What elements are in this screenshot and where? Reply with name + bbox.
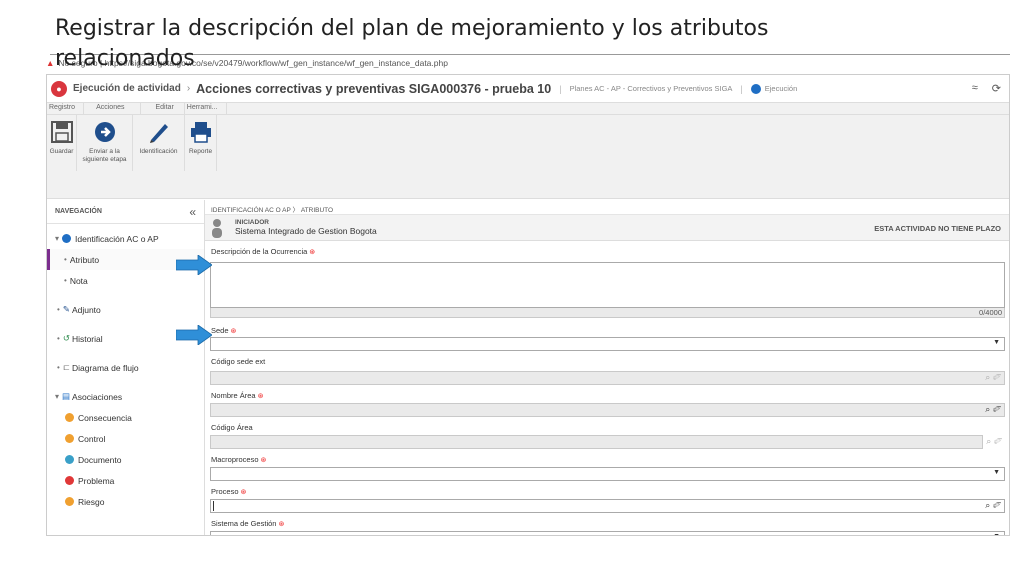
refresh-icon[interactable]: ⟳ xyxy=(992,82,1001,95)
ribbon-tabs: Registro Acciones Editar Herrami... xyxy=(47,103,1009,115)
sidebar-item-control[interactable]: Control xyxy=(47,428,204,449)
ribbon-tab-acciones[interactable]: Acciones xyxy=(84,103,142,114)
ribbon-tab-herramientas[interactable]: Herrami... xyxy=(185,103,227,114)
annotation-arrow-icon xyxy=(176,325,212,345)
app-window: ● Ejecución de actividad › Acciones corr… xyxy=(46,74,1010,536)
warning-icon: ▲ xyxy=(46,58,55,68)
dropdown-caret-icon: ▼ xyxy=(993,533,1000,535)
description-textarea[interactable] xyxy=(210,262,1005,308)
document-title: Acciones correctivas y preventivas SIGA0… xyxy=(196,81,552,96)
nombre-area-field[interactable]: ⌕ ✐ xyxy=(210,403,1005,417)
chevron-right-icon: › xyxy=(186,83,191,94)
sidebar-item-diagrama[interactable]: • ⊏ Diagrama de flujo xyxy=(47,357,204,378)
navigation-panel: NAVEGACIÓN « ▾ Identificación AC o AP • … xyxy=(47,200,205,535)
flow-diagram-icon: ⊏ xyxy=(62,362,70,372)
annotation-arrow-icon xyxy=(176,255,212,275)
sidebar-item-identificacion[interactable]: ▾ Identificación AC o AP xyxy=(47,228,204,249)
form-breadcrumb: IDENTIFICACIÓN AC O AP 〉 ATRIBUTO xyxy=(205,200,1009,215)
dropdown-caret-icon: ▼ xyxy=(993,469,1000,476)
initiator-bar: INICIADOR Sistema Integrado de Gestion B… xyxy=(205,215,1009,241)
slide-title: Registrar la descripción del plan de mej… xyxy=(55,16,769,71)
macroproceso-select[interactable]: ▼ xyxy=(210,467,1005,481)
required-icon: ⊛ xyxy=(257,393,264,400)
required-icon: ⊛ xyxy=(278,521,285,528)
identification-button[interactable]: Identificación xyxy=(133,115,185,171)
problem-icon xyxy=(65,476,74,485)
floppy-disk-icon xyxy=(50,119,73,145)
required-icon: ⊛ xyxy=(240,489,247,496)
risk-icon xyxy=(65,497,74,506)
sidebar-item-consecuencia[interactable]: Consecuencia xyxy=(47,407,204,428)
collapse-icon[interactable]: ≈ xyxy=(972,82,978,95)
ribbon-tab-registro[interactable]: Registro xyxy=(47,103,85,114)
save-button[interactable]: Guardar xyxy=(47,115,77,171)
form-panel: IDENTIFICACIÓN AC O AP 〉 ATRIBUTO INICIA… xyxy=(205,200,1009,535)
macroproceso-label: Macroproceso ⊛ xyxy=(211,455,267,464)
deadline-status: ESTA ACTIVIDAD NO TIENE PLAZO xyxy=(874,224,1001,233)
play-circle-icon xyxy=(62,234,72,243)
proceso-field[interactable]: ⌕ ✐ xyxy=(210,499,1005,513)
required-icon: ⊛ xyxy=(260,457,267,464)
dropdown-caret-icon: ▼ xyxy=(993,339,1000,346)
codigo-area-label: Código Área xyxy=(211,423,253,432)
execution-status: Ejecución xyxy=(764,84,798,93)
sidebar-item-riesgo[interactable]: Riesgo xyxy=(47,491,204,512)
text-cursor xyxy=(213,501,214,511)
codigo-sede-label: Código sede ext xyxy=(211,357,266,366)
paperclip-icon: ✎ xyxy=(62,304,70,314)
search-clear-icons: ⌕ ✐ xyxy=(986,436,1002,446)
app-name: Ejecución de actividad xyxy=(73,83,181,94)
nombre-area-label: Nombre Área ⊛ xyxy=(211,391,264,400)
printer-icon xyxy=(190,119,212,145)
sidebar-item-asociaciones[interactable]: ▾ ▤ Asociaciones xyxy=(47,386,204,407)
sidebar-item-documento[interactable]: Documento xyxy=(47,449,204,470)
process-breadcrumb[interactable]: Planes AC - AP - Correctivos y Preventiv… xyxy=(570,84,733,93)
ribbon-tab-editar[interactable]: Editar xyxy=(141,103,185,114)
associations-icon: ▤ xyxy=(62,391,71,401)
divider: | xyxy=(740,83,743,94)
sede-label: Sede ⊛ xyxy=(211,326,237,335)
history-icon: ↺ xyxy=(62,333,70,343)
expand-caret-icon: ▾ xyxy=(55,392,60,401)
ribbon-toolbar: Registro Acciones Editar Herrami... Guar… xyxy=(47,103,1009,199)
sidebar-item-adjunto[interactable]: • ✎ Adjunto xyxy=(47,299,204,320)
codigo-area-field: ⌕ ✐ xyxy=(210,435,1002,449)
proceso-label: Proceso ⊛ xyxy=(211,487,247,496)
sede-select[interactable]: ▼ xyxy=(210,337,1005,351)
execution-status-icon xyxy=(750,83,761,94)
search-clear-icons: ⌕ ✐ xyxy=(985,372,1001,382)
initiator-label: INICIADOR xyxy=(235,219,269,226)
send-next-stage-button[interactable]: Enviar a la siguiente etapa xyxy=(77,115,133,171)
avatar xyxy=(212,218,222,238)
sidebar-item-problema[interactable]: Problema xyxy=(47,470,204,491)
pencil-icon xyxy=(147,119,171,145)
arrow-circle-icon xyxy=(94,119,116,145)
codigo-sede-field: ⌕ ✐ xyxy=(210,371,1005,385)
sistema-gestion-select[interactable]: ▼ xyxy=(210,531,1005,535)
control-icon xyxy=(65,434,74,443)
char-counter: 0/4000 xyxy=(210,308,1005,318)
collapse-sidebar-icon[interactable]: « xyxy=(189,205,196,219)
search-clear-icons[interactable]: ⌕ ✐ xyxy=(985,404,1001,415)
expand-caret-icon: ▾ xyxy=(55,234,60,243)
divider: | xyxy=(559,83,562,94)
required-icon: ⊛ xyxy=(230,328,237,335)
document-icon xyxy=(65,455,74,464)
report-button[interactable]: Reporte xyxy=(185,115,217,171)
description-label: Descripción de la Ocurrencia ⊛ xyxy=(211,247,316,256)
sistema-gestion-label: Sistema de Gestión ⊛ xyxy=(211,519,285,528)
app-logo-icon: ● xyxy=(51,80,67,97)
title-bar: ● Ejecución de actividad › Acciones corr… xyxy=(47,75,1009,103)
consequence-icon xyxy=(65,413,74,422)
initiator-name: Sistema Integrado de Gestion Bogota xyxy=(235,226,377,236)
required-icon: ⊛ xyxy=(309,249,316,256)
search-clear-icons[interactable]: ⌕ ✐ xyxy=(985,500,1001,511)
navigation-header: NAVEGACIÓN « xyxy=(47,200,204,224)
